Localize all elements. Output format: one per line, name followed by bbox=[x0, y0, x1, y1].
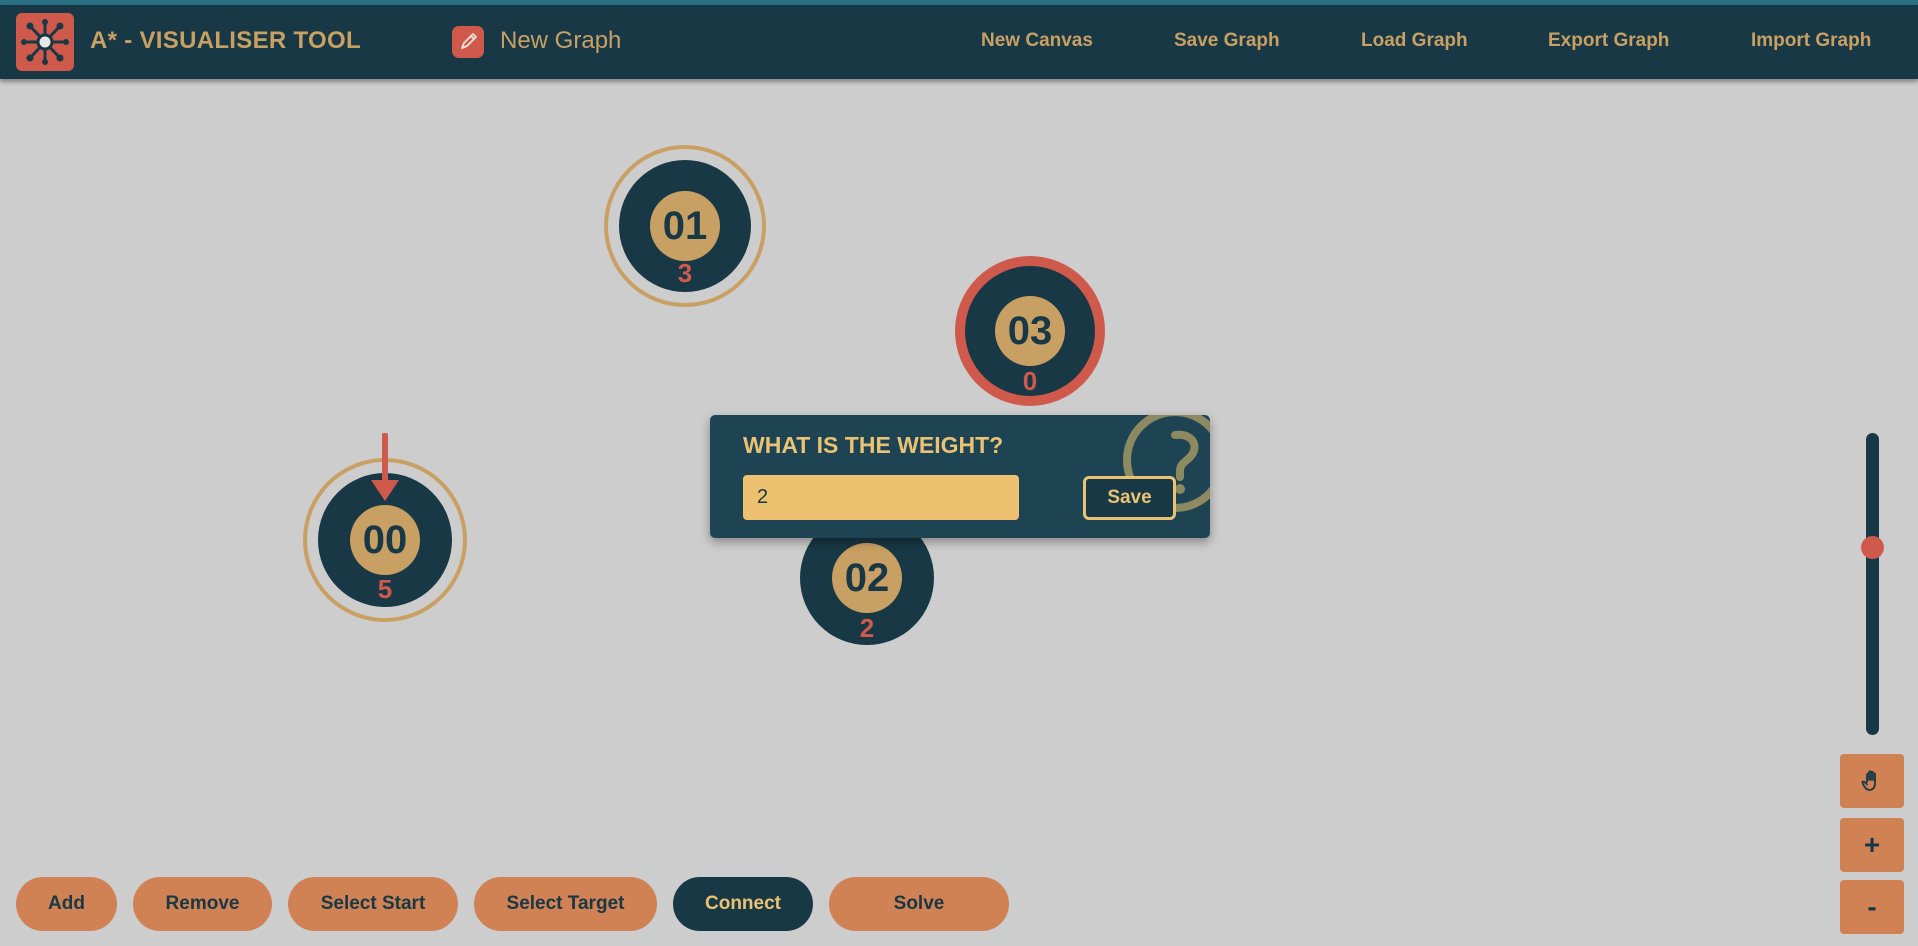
connect-button[interactable]: Connect bbox=[673, 877, 813, 931]
zoom-slider-track[interactable] bbox=[1866, 433, 1879, 735]
node-label: 01 bbox=[650, 191, 720, 261]
hand-icon[interactable] bbox=[1840, 754, 1904, 808]
weight-dialog: WHAT IS THE WEIGHT? Save bbox=[710, 415, 1210, 538]
select-start-button[interactable]: Select Start bbox=[288, 877, 458, 931]
app-title: A* - VISUALISER TOOL bbox=[90, 27, 361, 54]
node-weight: 0 bbox=[1022, 366, 1038, 396]
import-graph-link[interactable]: Import Graph bbox=[1751, 30, 1871, 52]
zoom-slider-thumb[interactable] bbox=[1861, 536, 1884, 560]
node-label: 00 bbox=[350, 505, 420, 575]
weight-input[interactable] bbox=[743, 475, 1019, 520]
node-weight: 5 bbox=[377, 574, 393, 604]
app-header: A* - VISUALISER TOOL New Graph New Canva… bbox=[0, 5, 1918, 79]
zoom-in-button[interactable]: + bbox=[1840, 818, 1904, 872]
graph-network-icon[interactable] bbox=[16, 13, 74, 71]
zoom-out-button[interactable]: - bbox=[1840, 880, 1904, 934]
dialog-title: WHAT IS THE WEIGHT? bbox=[743, 432, 1004, 458]
node-label: 02 bbox=[832, 543, 902, 613]
graph-node-03[interactable]: 03 0 bbox=[955, 256, 1105, 406]
solve-button[interactable]: Solve bbox=[829, 877, 1009, 931]
remove-node-button[interactable]: Remove bbox=[133, 877, 272, 931]
add-node-button[interactable]: Add bbox=[16, 877, 117, 931]
graph-node-01[interactable]: 01 3 bbox=[604, 145, 766, 307]
graph-name[interactable]: New Graph bbox=[500, 27, 621, 55]
node-weight: 2 bbox=[859, 613, 875, 643]
pencil-icon[interactable] bbox=[452, 26, 484, 58]
select-target-button[interactable]: Select Target bbox=[474, 877, 657, 931]
new-canvas-link[interactable]: New Canvas bbox=[981, 30, 1093, 52]
save-weight-button[interactable]: Save bbox=[1083, 476, 1176, 520]
node-label: 03 bbox=[995, 296, 1065, 366]
load-graph-link[interactable]: Load Graph bbox=[1361, 30, 1468, 52]
start-arrow-icon bbox=[371, 433, 399, 501]
save-graph-link[interactable]: Save Graph bbox=[1174, 30, 1280, 52]
export-graph-link[interactable]: Export Graph bbox=[1548, 30, 1669, 52]
node-weight: 3 bbox=[677, 258, 693, 288]
